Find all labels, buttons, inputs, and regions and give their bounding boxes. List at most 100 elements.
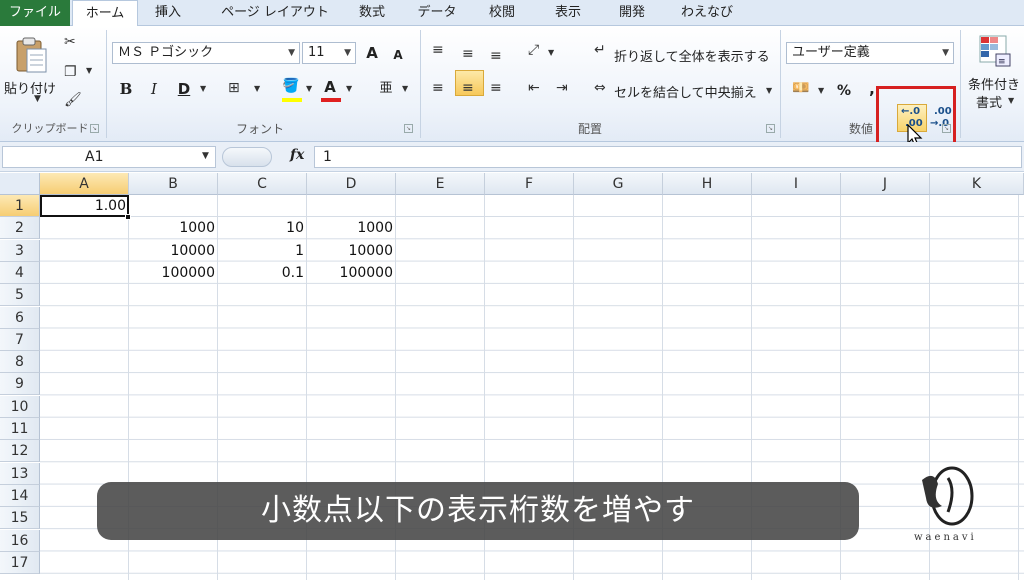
font-name-select[interactable]: ＭＳ Ｐゴシック ▼ (112, 42, 300, 64)
copy-dropdown-arrow[interactable]: ▼ (86, 66, 92, 75)
font-color-dropdown-arrow[interactable]: ▼ (346, 84, 352, 93)
phonetic-dropdown-arrow[interactable]: ▼ (402, 84, 408, 93)
row-header-17[interactable]: 17 (0, 551, 40, 574)
cell-C4[interactable]: 0.1 (218, 262, 307, 284)
row-header-13[interactable]: 13 (0, 462, 40, 485)
border-icon[interactable]: ⊞ (228, 80, 240, 96)
tab-page-layout[interactable]: ページ レイアウト (214, 0, 336, 26)
row-header-4[interactable]: 4 (0, 261, 40, 284)
paste-dropdown-arrow[interactable]: ▼ (34, 94, 41, 104)
formula-bar-splitter[interactable] (222, 147, 272, 167)
bottom-align-icon[interactable]: ≡ (490, 48, 502, 64)
tab-view[interactable]: 表示 (540, 0, 596, 26)
phonetic-guide-button[interactable]: 亜 (376, 78, 396, 100)
increase-indent-icon[interactable]: ⇥ (556, 80, 568, 96)
clipboard-launcher-icon[interactable]: ↘ (90, 124, 99, 133)
column-header-B[interactable]: B (129, 173, 218, 195)
row-header-5[interactable]: 5 (0, 284, 40, 307)
orientation-dropdown-arrow[interactable]: ▼ (548, 48, 554, 57)
orientation-icon[interactable]: ⤢ (528, 42, 539, 58)
conditional-formatting-icon[interactable]: ≡ (978, 34, 1012, 68)
row-header-14[interactable]: 14 (0, 484, 40, 507)
cut-icon[interactable]: ✂ (64, 34, 76, 50)
row-header-11[interactable]: 11 (0, 418, 40, 440)
merge-center-icon[interactable]: ⇔ (594, 80, 606, 96)
row-header-2[interactable]: 2 (0, 217, 40, 240)
select-all-button[interactable] (0, 173, 40, 195)
name-box-dropdown-icon[interactable]: ▼ (202, 151, 209, 161)
row-header-1[interactable]: 1 (0, 195, 40, 217)
paste-button-label[interactable]: 貼り付け (4, 78, 56, 97)
row-header-15[interactable]: 15 (0, 507, 40, 530)
conditional-formatting-label-2[interactable]: 書式 (976, 92, 1002, 111)
font-color-button[interactable]: A (320, 76, 340, 98)
tab-review[interactable]: 校閲 (474, 0, 530, 26)
tab-developer[interactable]: 開発 (604, 0, 660, 26)
cell-C2[interactable]: 10 (218, 217, 307, 239)
row-header-3[interactable]: 3 (0, 239, 40, 262)
fill-color-dropdown-arrow[interactable]: ▼ (306, 84, 312, 93)
merge-center-button[interactable]: セルを結合して中央揃え (614, 82, 757, 101)
percent-style-button[interactable]: % (834, 80, 854, 102)
align-right-icon[interactable]: ≡ (490, 80, 502, 96)
align-left-icon[interactable]: ≡ (432, 80, 444, 96)
grow-font-button[interactable]: A (362, 42, 382, 64)
top-align-icon[interactable]: ≡ (432, 42, 444, 58)
name-box[interactable]: A1 (2, 146, 216, 168)
wrap-text-button[interactable]: 折り返して全体を表示する (614, 46, 770, 65)
row-header-7[interactable]: 7 (0, 328, 40, 351)
copy-icon[interactable]: ❐ (64, 64, 77, 80)
number-format-select[interactable]: ユーザー定義 ▼ (786, 42, 954, 64)
fill-handle[interactable] (125, 214, 131, 220)
row-header-8[interactable]: 8 (0, 351, 40, 374)
cell-D3[interactable]: 10000 (307, 240, 396, 262)
tab-data[interactable]: データ (408, 0, 466, 26)
row-header-9[interactable]: 9 (0, 373, 40, 396)
wrap-text-icon[interactable]: ↵ (594, 42, 606, 58)
row-header-10[interactable]: 10 (0, 395, 40, 418)
column-header-D[interactable]: D (307, 173, 396, 195)
underline-button[interactable]: D (174, 78, 194, 100)
shrink-font-button[interactable]: A (388, 44, 408, 66)
alignment-launcher-icon[interactable]: ↘ (766, 124, 775, 133)
cell-D2[interactable]: 1000 (307, 217, 396, 239)
tab-file[interactable]: ファイル (0, 0, 70, 26)
column-header-J[interactable]: J (841, 173, 930, 195)
column-header-K[interactable]: K (930, 173, 1024, 195)
tab-insert[interactable]: 挿入 (140, 0, 196, 26)
border-dropdown-arrow[interactable]: ▼ (254, 84, 260, 93)
format-painter-icon[interactable]: 🖌 (64, 92, 82, 108)
column-header-G[interactable]: G (574, 173, 663, 195)
middle-align-icon[interactable]: ≡ (462, 46, 474, 62)
column-header-I[interactable]: I (752, 173, 841, 195)
formula-input[interactable]: 1 (314, 146, 1022, 168)
fill-color-icon[interactable]: 🪣 (282, 78, 299, 94)
tab-waenavi[interactable]: わえなび (670, 0, 744, 26)
cell-C3[interactable]: 1 (218, 240, 307, 262)
align-center-icon[interactable]: ≡ (462, 80, 474, 96)
bold-button[interactable]: B (116, 78, 136, 100)
cell-B2[interactable]: 1000 (129, 217, 218, 239)
conditional-formatting-dropdown-arrow[interactable]: ▼ (1008, 96, 1014, 105)
row-header-12[interactable]: 12 (0, 440, 40, 463)
italic-button[interactable]: I (144, 78, 164, 100)
cell-B3[interactable]: 10000 (129, 240, 218, 262)
currency-format-icon[interactable]: 💴 (792, 80, 809, 96)
conditional-formatting-label-1[interactable]: 条件付き (968, 74, 1020, 93)
currency-dropdown-arrow[interactable]: ▼ (818, 86, 824, 95)
font-launcher-icon[interactable]: ↘ (404, 124, 413, 133)
font-size-select[interactable]: 11 ▼ (302, 42, 356, 64)
merge-dropdown-arrow[interactable]: ▼ (766, 86, 772, 95)
row-header-6[interactable]: 6 (0, 306, 40, 329)
column-header-E[interactable]: E (396, 173, 485, 195)
decrease-indent-icon[interactable]: ⇤ (528, 80, 540, 96)
tab-home[interactable]: ホーム (72, 0, 138, 27)
column-header-C[interactable]: C (218, 173, 307, 195)
insert-function-button[interactable]: fx (290, 147, 304, 163)
cell-B4[interactable]: 100000 (129, 262, 218, 284)
column-header-F[interactable]: F (485, 173, 574, 195)
row-header-16[interactable]: 16 (0, 529, 40, 552)
tab-formulas[interactable]: 数式 (344, 0, 400, 26)
column-header-H[interactable]: H (663, 173, 752, 195)
column-header-A[interactable]: A (40, 173, 129, 195)
